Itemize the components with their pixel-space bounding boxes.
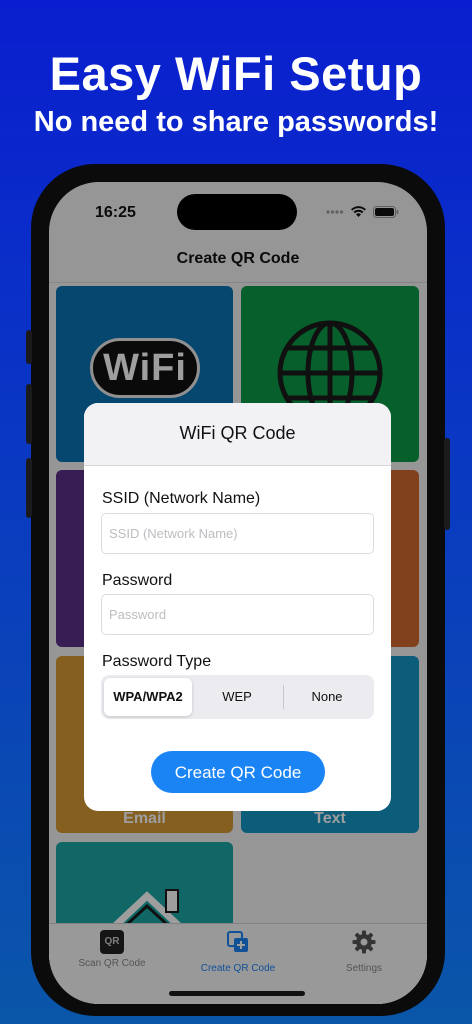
- segment-wpa[interactable]: WPA/WPA2: [104, 678, 192, 716]
- promo-headline: Easy WiFi Setup: [49, 47, 423, 100]
- dialog-title: WiFi QR Code: [179, 423, 296, 443]
- password-type-segmented-control: WPA/WPA2 WEP None: [101, 675, 374, 719]
- password-label: Password: [102, 572, 173, 589]
- segment-wep[interactable]: WEP: [193, 678, 281, 716]
- ssid-input[interactable]: [101, 513, 374, 554]
- password-input[interactable]: [101, 594, 374, 635]
- dialog-header: WiFi QR Code: [84, 403, 391, 466]
- phone-action-button: [26, 330, 32, 364]
- create-qr-code-button[interactable]: Create QR Code: [151, 751, 325, 793]
- ssid-label: SSID (Network Name): [102, 490, 261, 507]
- home-indicator: [169, 991, 305, 996]
- phone-power-button: [444, 438, 450, 530]
- phone-volume-up: [26, 384, 32, 444]
- wifi-qr-dialog: WiFi QR Code SSID (Network Name) Passwor…: [84, 403, 391, 811]
- promo-subheadline: No need to share passwords!: [33, 106, 439, 138]
- phone-screen: 16:25 Create QR Code WiFi Email Text QR …: [49, 182, 427, 1004]
- phone-volume-down: [26, 458, 32, 518]
- password-type-label: Password Type: [102, 653, 212, 670]
- segment-none[interactable]: None: [283, 678, 371, 716]
